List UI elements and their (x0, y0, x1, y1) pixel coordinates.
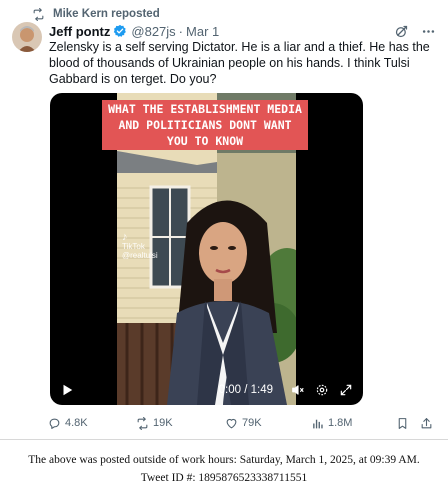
separator-dot: · (178, 23, 184, 39)
repost-icon (137, 416, 148, 430)
repost-count: 19K (153, 417, 173, 429)
video-controls: 0:00 / 1:49 (50, 375, 363, 405)
tiktok-watermark: ♪ TikTok @realtulsi (122, 231, 162, 261)
reply-icon (49, 418, 60, 429)
footer-posting-time: The above was posted outside of work hou… (28, 454, 420, 466)
repost-indicator[interactable]: Mike Kern reposted (32, 6, 160, 22)
like-icon (226, 418, 237, 428)
share-icon (421, 417, 432, 428)
video-player[interactable]: WHAT THE ESTABLISHMENT MEDIA AND POLITIC… (50, 93, 363, 405)
views-count: 1.8M (328, 417, 353, 429)
verified-badge-icon (114, 24, 127, 37)
footer-tweet-id: Tweet ID #: 1895876523338711551 (140, 472, 308, 484)
repost-label: Mike Kern reposted (53, 8, 160, 20)
like-count: 79K (242, 417, 262, 429)
play-icon[interactable] (60, 383, 74, 397)
reply-button[interactable]: 4.8K (48, 417, 88, 430)
share-button[interactable] (420, 417, 437, 430)
footer-note: The above was posted outside of work hou… (0, 451, 448, 487)
post-actions: 4.8K 19K 79K 1.8M (48, 415, 438, 431)
post-text: Zelensky is a self serving Dictator. He … (49, 40, 430, 86)
mute-icon[interactable] (291, 383, 305, 397)
views-button[interactable]: 1.8M (311, 417, 352, 430)
video-time: 0:00 / 1:49 (218, 384, 273, 396)
post-date[interactable]: Mar 1 (186, 24, 219, 39)
post-header: Jeff pontz @827js · Mar 1 (49, 22, 436, 40)
grok-icon[interactable] (394, 24, 409, 39)
repost-button[interactable]: 19K (136, 416, 173, 430)
tiktok-handle: @realtulsi (122, 251, 158, 260)
bookmark-button[interactable] (396, 417, 413, 430)
author-avatar[interactable] (12, 22, 42, 52)
author-name[interactable]: Jeff pontz (49, 24, 110, 39)
more-icon[interactable] (421, 24, 436, 39)
author-handle[interactable]: @827js (131, 24, 175, 39)
tiktok-icon: ♪ (122, 231, 128, 243)
video-caption: WHAT THE ESTABLISHMENT MEDIA AND POLITIC… (102, 100, 308, 150)
like-button[interactable]: 79K (225, 417, 262, 430)
bookmark-icon (398, 417, 407, 429)
views-icon (313, 419, 323, 428)
divider (0, 439, 448, 440)
repost-icon (33, 7, 44, 21)
tiktok-brand: TikTok (122, 242, 145, 251)
fullscreen-icon[interactable] (339, 383, 353, 397)
settings-icon[interactable] (315, 383, 329, 397)
reply-count: 4.8K (65, 417, 88, 429)
